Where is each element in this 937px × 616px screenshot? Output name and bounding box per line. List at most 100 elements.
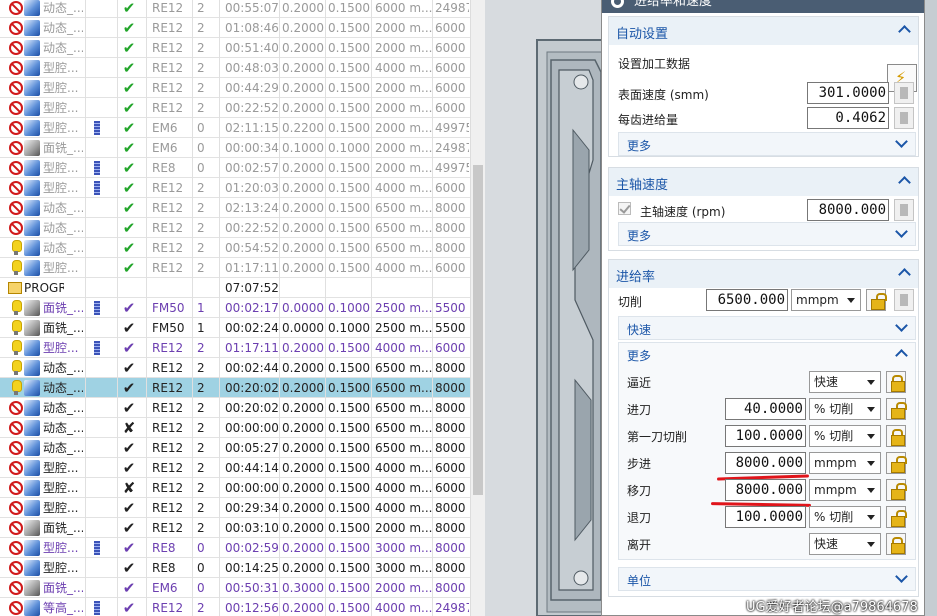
traversal-field[interactable]: 8000.000 [725, 479, 806, 501]
cut-feed-lock-icon[interactable] [866, 289, 887, 311]
spindle-speed-calc-button[interactable] [894, 199, 914, 221]
operation-name: 动态_... [43, 201, 83, 215]
operation-row[interactable]: 动态_... RE12 2 00:54:52 0.2000 0.1500 6500 m...… [0, 238, 470, 258]
operation-row[interactable]: 型腔... RE8 0 00:02:59 0.2000 0.1500 3000 m... 80… [0, 538, 470, 558]
operation-row[interactable]: 型腔... RE12 2 00:22:52 0.2000 0.1500 2000 m... 6… [0, 98, 470, 118]
milling-operation-icon [24, 160, 40, 176]
stepover-cell: 0.2000 [282, 201, 324, 215]
operation-row[interactable]: 面铣_... FM50 1 00:02:17 0.0000 0.1000 2500 m...… [0, 298, 470, 318]
engage-field[interactable]: 40.0000 [725, 398, 806, 420]
feed-cell: 2000 m... [375, 161, 433, 175]
engage-unit-select[interactable]: % 切削 [809, 398, 881, 420]
cut-feed-calc-button[interactable] [894, 289, 914, 311]
auto-settings-header[interactable]: 自动设置 [609, 17, 918, 45]
operation-row[interactable]: 型腔... RE12 2 01:17:11 0.2000 0.1500 4000 m... 6… [0, 258, 470, 278]
first-cut-field[interactable]: 100.0000 [725, 425, 806, 447]
surface-speed-field[interactable]: 301.0000 [807, 82, 889, 104]
departure-lock-icon[interactable] [886, 533, 906, 555]
operation-row[interactable]: 动态_... RE12 2 00:00:00 0.2000 0.1500 6500 m...… [0, 418, 470, 438]
operation-row[interactable]: 面铣_... EM6 0 00:00:34 0.1000 0.1000 2000 m... 2… [0, 138, 470, 158]
feed-more-header[interactable]: 更多 [619, 343, 915, 365]
check-icon: ✔ [122, 439, 136, 457]
operation-row[interactable]: 型腔... RE12 2 00:44:29 0.2000 0.1500 2000 m... 6… [0, 78, 470, 98]
milling-operation-icon [24, 540, 40, 556]
milling-operation-icon [24, 400, 40, 416]
operation-name: 型腔... [43, 161, 79, 175]
expand-icon[interactable] [895, 570, 908, 583]
spindle-speed-header[interactable]: 主轴速度 [609, 168, 918, 196]
check-icon: ✔ [122, 199, 136, 217]
expand-icon[interactable] [895, 135, 908, 148]
auto-more-section[interactable]: 更多 [618, 132, 916, 156]
traversal-lock-icon[interactable] [886, 479, 907, 501]
stepover-lock-icon[interactable] [886, 452, 907, 474]
operation-row[interactable]: 动态_... RE12 2 00:55:07 0.2000 0.1500 6000 m...… [0, 0, 470, 18]
operation-row[interactable]: 型腔... RE12 2 01:20:03 0.2000 0.1500 4000 m... 6… [0, 178, 470, 198]
rapid-section[interactable]: 快速 [618, 316, 916, 340]
cut-feed-field[interactable]: 6500.000 [706, 289, 788, 311]
units-section[interactable]: 单位 [618, 567, 916, 591]
cut-feed-unit-select[interactable]: mmpm [791, 289, 861, 311]
spindle-more-section[interactable]: 更多 [618, 222, 916, 246]
stepover-unit-select[interactable]: mmpm [809, 452, 881, 474]
stepover-cell: 0.1000 [282, 141, 324, 155]
expand-icon[interactable] [895, 319, 908, 332]
operation-row[interactable]: 型腔... RE12 2 00:44:14 0.2000 0.1500 4000 m... 6… [0, 458, 470, 478]
operation-row[interactable]: 动态_... RE12 2 01:08:46 0.2000 0.1500 2000 m...… [0, 18, 470, 38]
operation-row[interactable]: 面铣_... RE12 2 00:03:10 0.2000 0.1500 2000 m...… [0, 518, 470, 538]
operation-row[interactable]: 型腔... RE8 0 00:02:57 0.2000 0.1500 2000 m... 49… [0, 158, 470, 178]
operation-row[interactable]: 等高_... RE12 2 00:12:56 0.2000 0.1500 4000 m...… [0, 598, 470, 616]
operation-row[interactable]: 型腔... RE12 2 00:29:34 0.2000 0.1500 4000 m... 8… [0, 498, 470, 518]
operation-row[interactable]: 动态_... RE12 2 00:20:02 0.2000 0.1500 6500 m...… [0, 398, 470, 418]
departure-unit-select[interactable]: 快速 [809, 533, 881, 555]
operation-row[interactable]: 动态_... RE12 2 00:22:52 0.2000 0.1500 6500 m...… [0, 218, 470, 238]
time-cell: 01:17:11 [225, 261, 279, 275]
operation-row[interactable]: 动态_... RE12 2 00:02:44 0.2000 0.1500 6500 m...… [0, 358, 470, 378]
surface-speed-calc-button[interactable] [894, 82, 914, 104]
approach-unit-select[interactable]: 快速 [809, 371, 881, 393]
stepover-field[interactable]: 8000.000 [725, 452, 806, 474]
engage-lock-icon[interactable] [886, 398, 907, 420]
operation-row[interactable]: 动态_... RE12 2 02:13:24 0.2000 0.1500 6500 m...… [0, 198, 470, 218]
collapse-icon[interactable] [895, 349, 908, 362]
operation-row[interactable]: 型腔... EM6 0 02:11:15 0.2200 0.1500 2000 m... 49… [0, 118, 470, 138]
collapse-icon[interactable] [898, 25, 911, 38]
first-cut-unit-select[interactable]: % 切削 [809, 425, 881, 447]
operation-row[interactable]: 动态_... RE12 2 00:20:02 0.2000 0.1500 6500 m...… [0, 378, 470, 398]
expand-icon[interactable] [895, 225, 908, 238]
scrollbar-thumb[interactable] [473, 165, 483, 495]
operation-row[interactable]: 面铣_... FM50 1 00:02:24 0.0000 0.1000 2500 m...… [0, 318, 470, 338]
first-cut-lock-icon[interactable] [886, 425, 906, 447]
column-divider [146, 0, 147, 616]
tool-cell: RE12 [152, 181, 184, 195]
speed-cell: 6000 [435, 61, 466, 75]
traversal-unit-select[interactable]: mmpm [809, 479, 881, 501]
first-cut-label: 第一刀切削 [627, 430, 688, 444]
operation-row[interactable]: 面铣_... EM6 0 00:50:31 0.3000 0.1500 2000 m... 8… [0, 578, 470, 598]
dialog-title-bar[interactable]: 进给率和速度 [602, 0, 924, 13]
navigator-scrollbar[interactable] [470, 0, 485, 616]
stepover-cell: 0.2000 [282, 561, 324, 575]
operation-row[interactable]: 动态_... RE12 2 00:51:40 0.2000 0.1500 2000 m...… [0, 38, 470, 58]
retract-lock-icon[interactable] [886, 506, 907, 528]
spindle-speed-field[interactable]: 8000.000 [807, 199, 889, 221]
feed-per-tooth-calc-button[interactable] [894, 107, 914, 129]
check-icon: ✔ [122, 159, 136, 177]
milling-operation-icon [24, 340, 40, 356]
depth-cell: 0.1500 [328, 1, 370, 15]
operation-row[interactable]: PROGR... 07:07:52 [0, 278, 470, 298]
operation-row[interactable]: 动态_... RE12 2 00:05:27 0.2000 0.1500 6500 m...… [0, 438, 470, 458]
collapse-icon[interactable] [898, 176, 911, 189]
retract-unit-select[interactable]: % 切削 [809, 506, 881, 528]
approach-lock-icon[interactable] [886, 371, 906, 393]
feed-rates-header[interactable]: 进给率 [609, 260, 918, 288]
collapse-icon[interactable] [898, 268, 911, 281]
feed-per-tooth-field[interactable]: 0.4062 [807, 107, 889, 129]
operation-row[interactable]: 型腔... RE12 2 00:00:00 0.2000 0.1500 4000 m... 6… [0, 478, 470, 498]
operation-row[interactable]: 型腔... RE12 2 00:48:03 0.2000 0.1500 4000 m... 6… [0, 58, 470, 78]
operation-row[interactable]: 型腔... RE12 2 01:17:11 0.2000 0.1500 4000 m... 6… [0, 338, 470, 358]
operation-row[interactable]: 型腔... RE8 0 00:14:25 0.2000 0.1500 3000 m... 80… [0, 558, 470, 578]
tool-path-cell: 2 [197, 261, 205, 275]
retract-field[interactable]: 100.0000 [725, 506, 806, 528]
spindle-speed-checkbox[interactable] [618, 202, 631, 215]
